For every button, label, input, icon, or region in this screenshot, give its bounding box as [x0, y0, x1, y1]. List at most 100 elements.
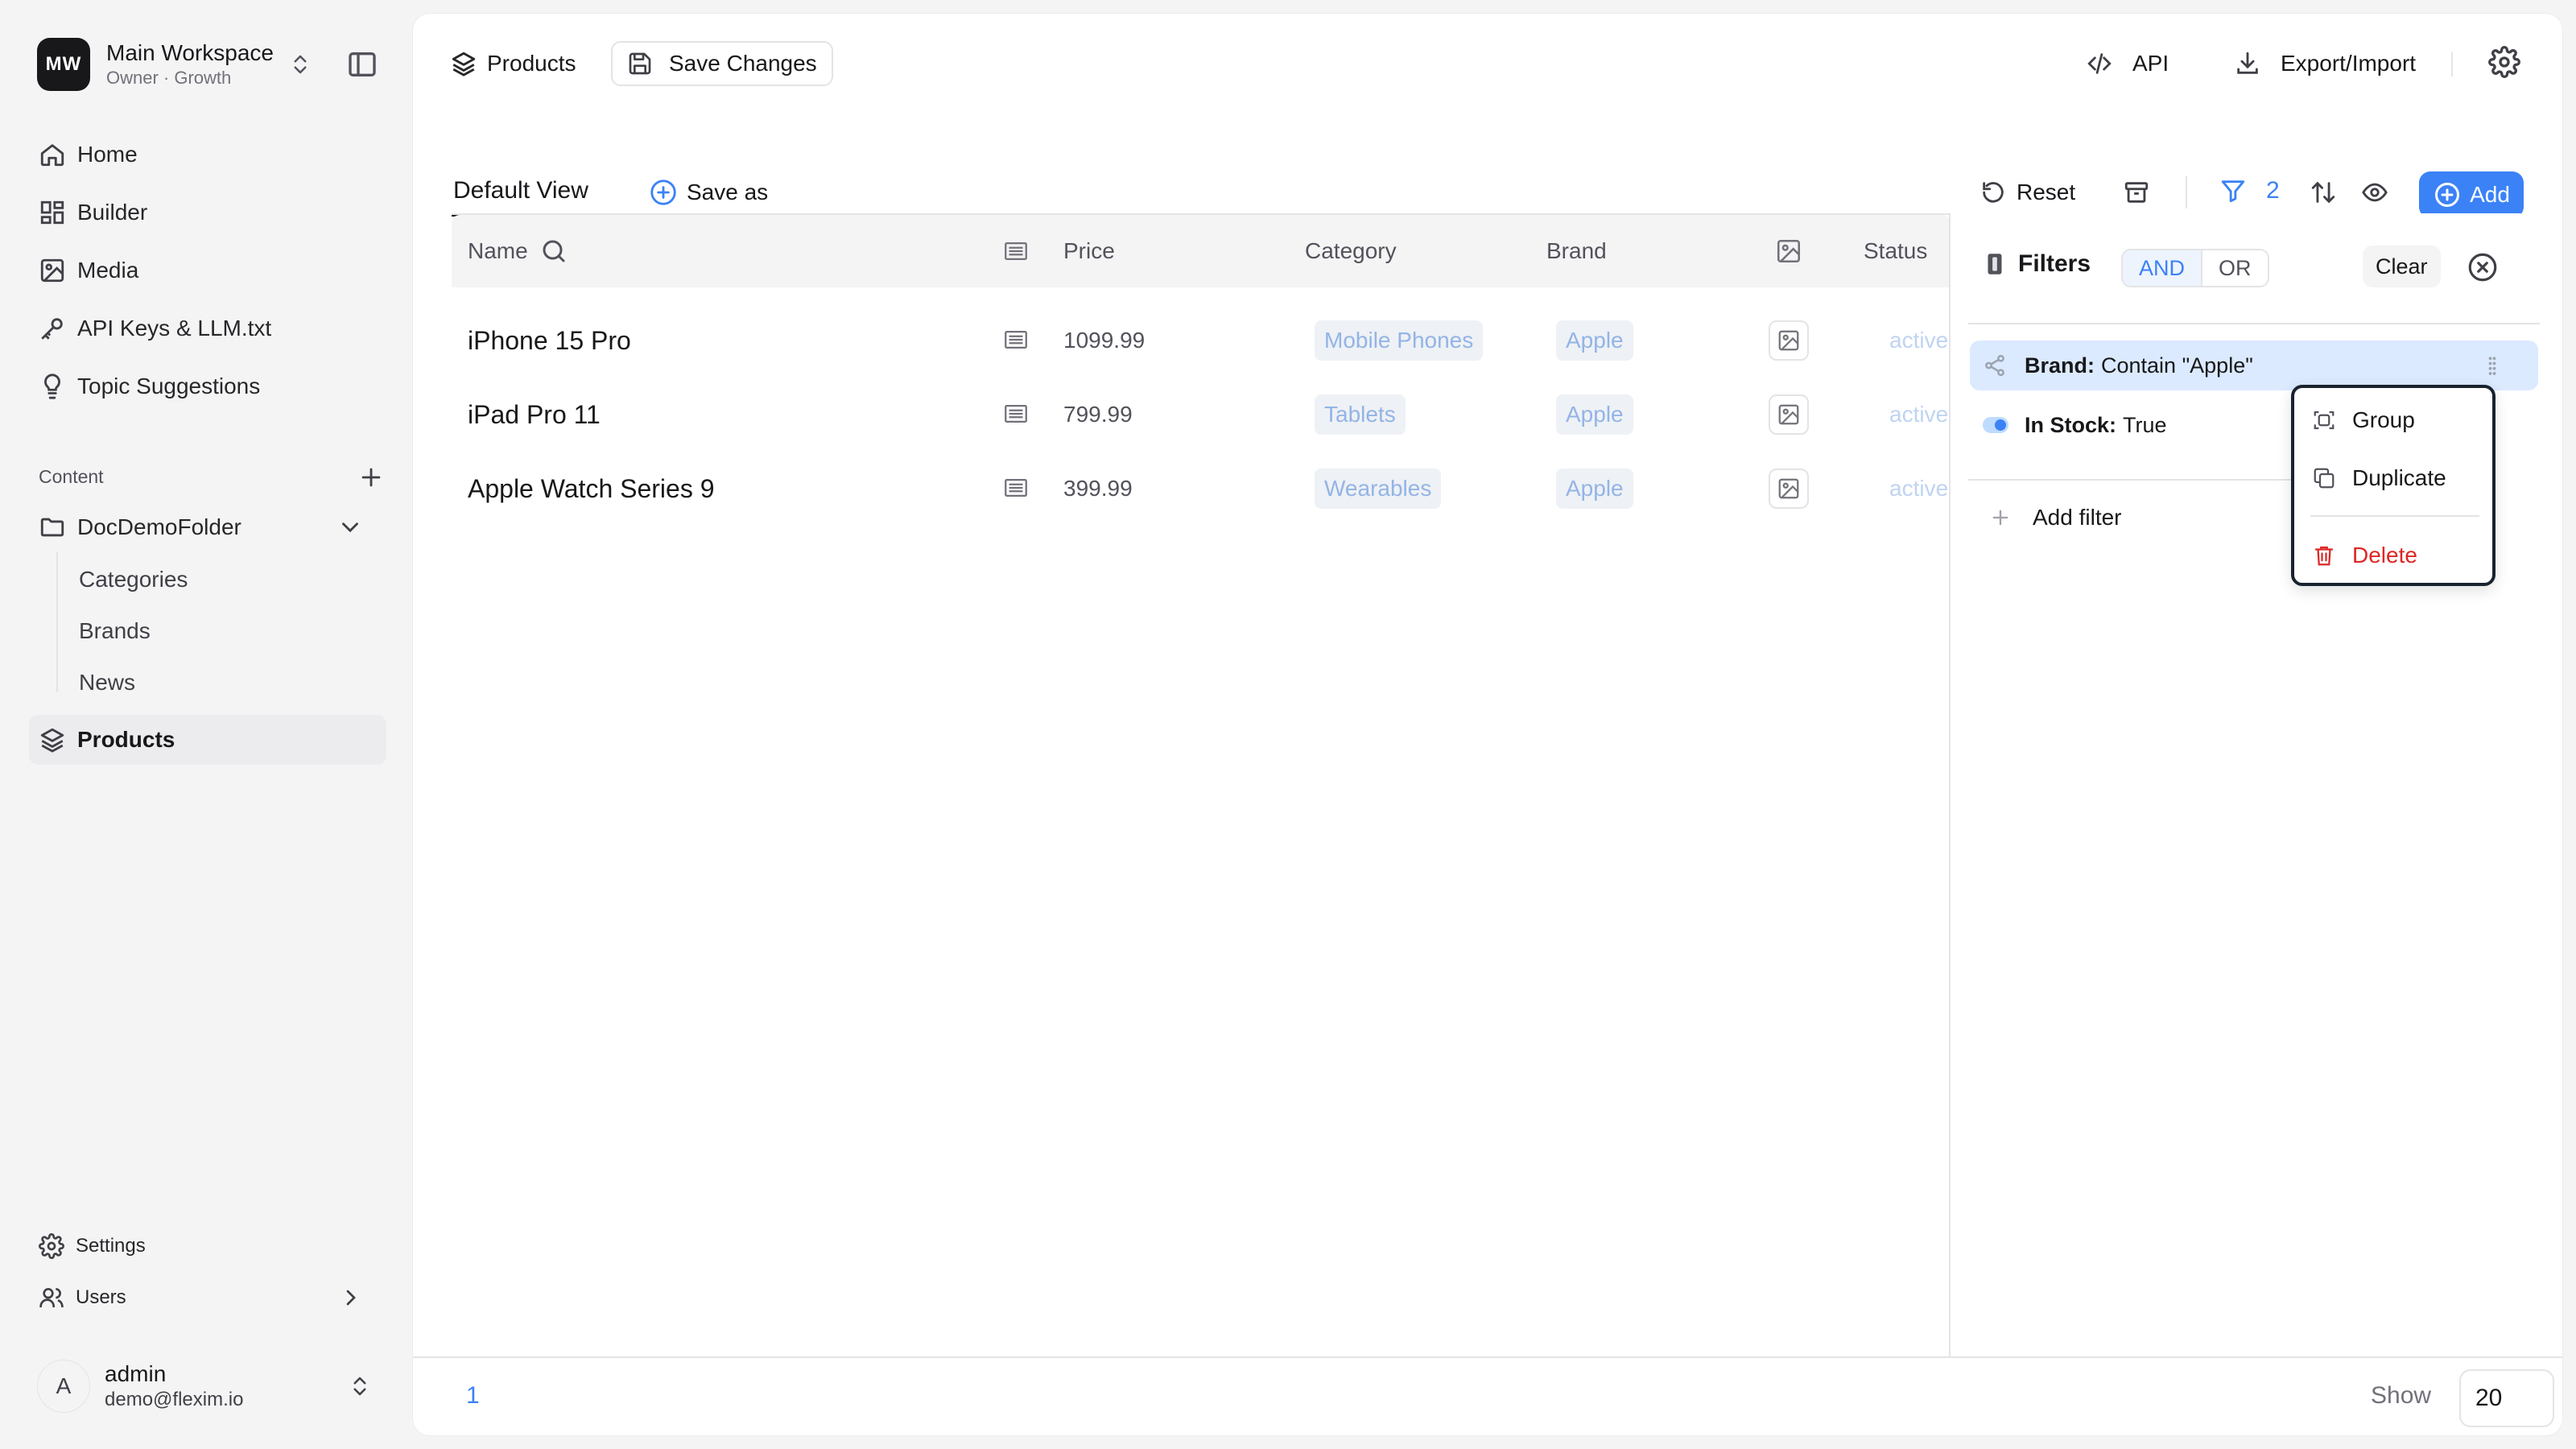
sidebar-item-label: Settings [76, 1235, 146, 1257]
sidebar-toggle-icon[interactable] [346, 48, 378, 80]
pagination-page-1[interactable]: 1 [466, 1382, 480, 1410]
text-field-icon [1002, 400, 1030, 427]
brand-chip: Apple [1556, 394, 1633, 435]
archive-icon [2123, 179, 2150, 206]
sidebar: MW Main Workspace Owner · Growth Home Bu… [0, 0, 411, 1449]
table-footer: 1 Show [413, 1356, 2562, 1435]
visibility-button[interactable] [2361, 176, 2388, 208]
image-icon [39, 257, 66, 284]
column-header-brand[interactable]: Brand [1546, 215, 1607, 287]
sidebar-item-label: Home [77, 142, 138, 167]
plus-icon [1989, 506, 2012, 529]
menu-item-group[interactable]: Group [2312, 401, 2415, 440]
image-placeholder-icon[interactable] [1769, 469, 1809, 509]
chevron-up-down-icon[interactable] [348, 1372, 372, 1401]
logic-or-option[interactable]: OR [2201, 250, 2268, 286]
export-import-button[interactable]: Export/Import [2234, 44, 2416, 83]
page-title: Products [487, 51, 576, 76]
brand-chip: Apple [1556, 469, 1633, 509]
sidebar-item-products[interactable]: Products [29, 715, 386, 765]
api-button[interactable]: API [2086, 44, 2169, 83]
sidebar-item-builder[interactable]: Builder [29, 188, 386, 237]
menu-item-delete[interactable]: Delete [2312, 536, 2417, 575]
drag-handle-icon[interactable] [2480, 353, 2504, 378]
layers-icon [39, 726, 66, 753]
text-field-icon [1002, 326, 1030, 353]
breadcrumb: Products [450, 44, 576, 83]
column-header-category[interactable]: Category [1305, 215, 1397, 287]
page-size-input[interactable] [2459, 1369, 2554, 1427]
sort-arrows-icon [2310, 179, 2337, 206]
column-header-price[interactable]: Price [1063, 215, 1115, 287]
gear-icon[interactable] [2488, 46, 2520, 78]
copy-icon [2312, 466, 2336, 490]
filter-item-brand[interactable]: Brand: Contain "Apple" [1970, 341, 2538, 390]
filter-toggle[interactable]: 2 [2203, 167, 2297, 218]
chevron-right-icon [338, 1285, 364, 1311]
archive-button[interactable] [2123, 176, 2150, 208]
save-as-button[interactable]: Save as [648, 176, 768, 208]
bookmark-icon [1981, 250, 2008, 278]
sidebar-item-topic-suggestions[interactable]: Topic Suggestions [29, 361, 386, 411]
column-header-name[interactable]: Name [468, 215, 568, 287]
logic-and-option[interactable]: AND [2123, 250, 2202, 286]
filter-icon [2219, 177, 2247, 204]
sidebar-item-users[interactable]: Users [29, 1275, 386, 1320]
cell-status: active [1889, 476, 1949, 501]
plus-circle-icon [2433, 180, 2462, 209]
sidebar-item-settings[interactable]: Settings [29, 1224, 386, 1269]
cell-name: Apple Watch Series 9 [468, 473, 715, 503]
save-icon [627, 51, 653, 76]
text-field-icon [1002, 474, 1030, 502]
table-row[interactable]: Apple Watch Series 9 399.99 Wearables Ap… [452, 452, 1951, 526]
image-placeholder-icon[interactable] [1769, 394, 1809, 435]
sidebar-item-label: Media [77, 258, 139, 283]
reset-button[interactable]: Reset [1979, 176, 2075, 208]
top-bar: Products Save Changes API Export/Import [413, 14, 2562, 114]
save-as-label: Save as [687, 180, 769, 204]
cell-name: iPad Pro 11 [468, 399, 601, 429]
sidebar-subitem-categories[interactable]: Categories [79, 559, 320, 601]
workspace-switcher[interactable]: MW Main Workspace Owner · Growth [37, 35, 383, 93]
sidebar-item-api-keys[interactable]: API Keys & LLM.txt [29, 303, 386, 353]
search-icon[interactable] [539, 237, 568, 266]
sidebar-subitem-brands[interactable]: Brands [79, 610, 320, 652]
sidebar-item-label: API Keys & LLM.txt [77, 316, 272, 341]
sidebar-item-media[interactable]: Media [29, 246, 386, 295]
cell-price: 799.99 [1063, 402, 1133, 427]
column-header-status[interactable]: Status [1864, 215, 1927, 287]
avatar: A [37, 1360, 90, 1413]
menu-item-label: Group [2352, 407, 2415, 432]
trash-icon [2312, 543, 2336, 568]
save-changes-button[interactable]: Save Changes [611, 41, 833, 86]
export-import-label: Export/Import [2281, 51, 2417, 76]
add-button[interactable]: Add [2419, 171, 2524, 218]
filter-key: Brand: [2025, 353, 2095, 378]
plus-icon[interactable] [357, 464, 385, 491]
group-icon [2312, 408, 2336, 432]
menu-item-duplicate[interactable]: Duplicate [2312, 459, 2446, 497]
close-circle-icon[interactable] [2466, 250, 2500, 284]
add-filter-button[interactable]: Add filter [1989, 498, 2122, 537]
clear-filters-button[interactable]: Clear [2363, 246, 2441, 287]
sidebar-subitem-news[interactable]: News [79, 662, 320, 704]
sort-button[interactable] [2310, 176, 2337, 208]
layers-icon [450, 50, 477, 77]
table-row[interactable]: iPhone 15 Pro 1099.99 Mobile Phones Appl… [452, 303, 1951, 378]
filters-header: Filters AND OR Clear [1951, 213, 2562, 313]
sidebar-item-home[interactable]: Home [29, 130, 386, 180]
chevron-up-down-icon[interactable] [288, 50, 312, 79]
api-label: API [2132, 51, 2169, 76]
users-icon [39, 1285, 64, 1311]
sidebar-folder-docdemofolder[interactable]: DocDemoFolder [29, 502, 386, 552]
image-placeholder-icon[interactable] [1769, 320, 1809, 361]
tab-default-view[interactable]: Default View [452, 167, 590, 217]
divider [2186, 176, 2187, 208]
logic-toggle[interactable]: AND OR [2121, 249, 2269, 287]
filter-key: In Stock: [2025, 412, 2117, 437]
chevron-down-icon[interactable] [336, 514, 364, 541]
user-menu[interactable]: A admin demo@flexim.io [37, 1357, 383, 1415]
divider [1968, 323, 2540, 324]
table-row[interactable]: iPad Pro 11 799.99 Tablets Apple active [452, 378, 1951, 452]
workspace-logo: MW [37, 38, 90, 91]
